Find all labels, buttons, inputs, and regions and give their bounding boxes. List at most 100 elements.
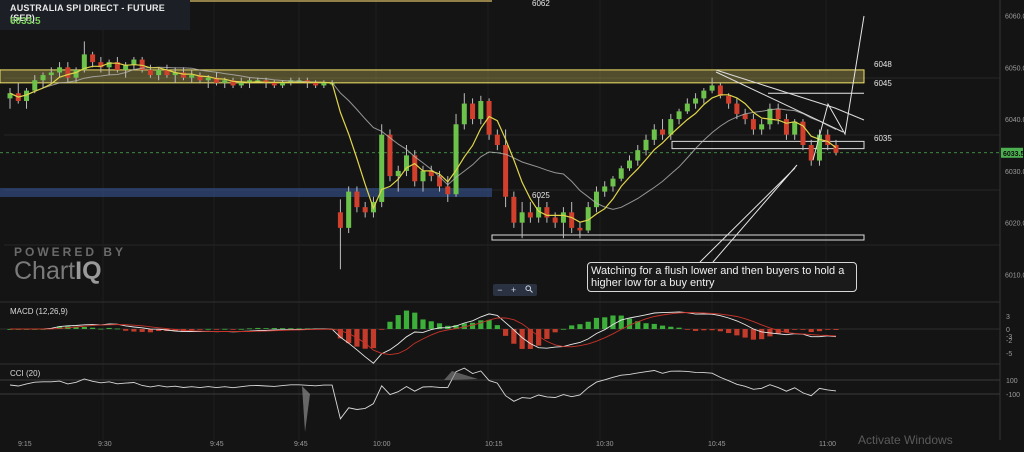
candle-body <box>676 111 682 120</box>
candle-body <box>693 98 699 104</box>
level-label-6035: 6035 <box>874 134 892 143</box>
candle-body <box>412 155 418 182</box>
macd-panel-title: MACD (12,26,9) <box>10 307 68 316</box>
candle-body <box>792 121 798 135</box>
price-axis-tick: 6020.0 <box>1005 221 1024 228</box>
macd-bar <box>403 310 410 329</box>
macd-bar <box>370 329 377 349</box>
price-axis-tick: 6030.0 <box>1005 169 1024 176</box>
candle-body <box>313 82 319 86</box>
candle-body <box>651 129 657 140</box>
macd-bar <box>189 329 195 331</box>
macd-bar <box>808 329 814 333</box>
macd-bar <box>577 324 583 329</box>
time-axis-tick: 11:00 <box>819 441 836 447</box>
macd-bar <box>759 329 765 340</box>
candle-body <box>205 77 211 81</box>
candle-body <box>57 67 63 73</box>
time-axis-tick: 9:15 <box>18 441 32 447</box>
candle-body <box>709 85 715 91</box>
candle-body <box>379 134 385 202</box>
candle-body <box>593 191 599 208</box>
level-label-6045: 6045 <box>874 79 892 88</box>
macd-bar <box>717 329 723 332</box>
candle-body <box>618 168 624 179</box>
candle-body <box>238 82 244 86</box>
macd-bar <box>230 329 236 330</box>
macd-bar <box>503 329 509 336</box>
price-chart[interactable]: 6060.0 6050.0 6040.0 6030.0 6020.0 6010.0 6033… <box>0 0 1024 448</box>
zoom-out-button[interactable]: − <box>497 285 502 295</box>
price-axis-tick: 6050.0 <box>1005 65 1024 72</box>
cci-extreme-fill <box>444 371 478 380</box>
macd-bar <box>825 329 831 330</box>
time-axis-tick: 9:45 <box>294 441 308 447</box>
macd-bar <box>379 329 385 330</box>
macd-bar <box>213 329 220 330</box>
candle-body <box>32 80 38 91</box>
candle-body <box>602 186 608 192</box>
candle-body <box>346 191 352 228</box>
candle-body <box>90 54 96 63</box>
candle-body <box>453 124 459 195</box>
candle-body <box>387 134 393 177</box>
candle-body <box>783 119 789 135</box>
macd-bar <box>395 315 401 329</box>
candle-body <box>684 103 690 112</box>
time-axis-tick: 9:30 <box>98 441 112 447</box>
time-axis-tick: 9:45 <box>210 441 224 447</box>
candle-body <box>643 139 649 151</box>
macd-bar <box>131 329 137 332</box>
macd-bar <box>139 329 145 332</box>
macd-bar <box>81 327 87 329</box>
candle-body <box>577 227 583 231</box>
annotation-callout[interactable]: Watching for a flush lower and then buye… <box>587 262 857 292</box>
time-axis-tick: 10:15 <box>485 441 503 447</box>
macd-bar <box>222 328 228 330</box>
candle-body <box>40 75 46 81</box>
macd-bar <box>668 326 674 329</box>
macd-bar <box>552 329 558 333</box>
price-axis-tick: 6040.0 <box>1005 117 1024 124</box>
price-axis-tick: 6060.0 <box>1005 14 1024 21</box>
candle-body <box>222 80 228 83</box>
macd-bar <box>412 312 418 329</box>
macd-bar <box>560 328 567 330</box>
candle-body <box>726 95 732 104</box>
candle-body <box>734 103 740 114</box>
top-level-label: 6062 <box>532 0 550 8</box>
callout-pointer <box>699 164 798 263</box>
symbol-header: AUSTRALIA SPI DIRECT - FUTURE (SEP). 603… <box>0 0 190 30</box>
candle-body <box>759 124 765 130</box>
macd-bar <box>643 323 649 329</box>
candle-body <box>527 212 533 218</box>
macd-bar <box>387 321 393 329</box>
macd-bar <box>544 329 550 339</box>
macd-bar <box>90 327 96 329</box>
candle-body <box>321 82 327 86</box>
candle-body <box>750 119 756 130</box>
candle-body <box>337 212 343 228</box>
macd-bar <box>346 329 352 344</box>
price-axis-tick: 6010.0 <box>1005 272 1024 279</box>
zoom-in-button[interactable]: + <box>511 285 516 295</box>
macd-bar <box>585 321 591 329</box>
candle-body <box>478 100 484 120</box>
candle-body <box>660 129 666 135</box>
macd-bar <box>792 329 798 330</box>
macd-bar <box>362 329 368 349</box>
candle-body <box>189 75 195 78</box>
candle-body <box>552 217 558 223</box>
level-label-6048: 6048 <box>874 60 892 69</box>
candle-body <box>280 82 286 86</box>
candle-body <box>437 176 443 187</box>
macd-bar <box>701 329 707 331</box>
macd-bar <box>486 319 492 329</box>
macd-bar <box>238 328 244 330</box>
candle-body <box>354 191 360 208</box>
macd-bar <box>494 325 500 329</box>
candle-body <box>767 108 773 125</box>
chart-stage[interactable]: 6060.0 6050.0 6040.0 6030.0 6020.0 6010.0 6033… <box>0 0 1024 448</box>
magnifier-icon[interactable] <box>525 285 533 295</box>
macd-bar <box>676 327 682 329</box>
